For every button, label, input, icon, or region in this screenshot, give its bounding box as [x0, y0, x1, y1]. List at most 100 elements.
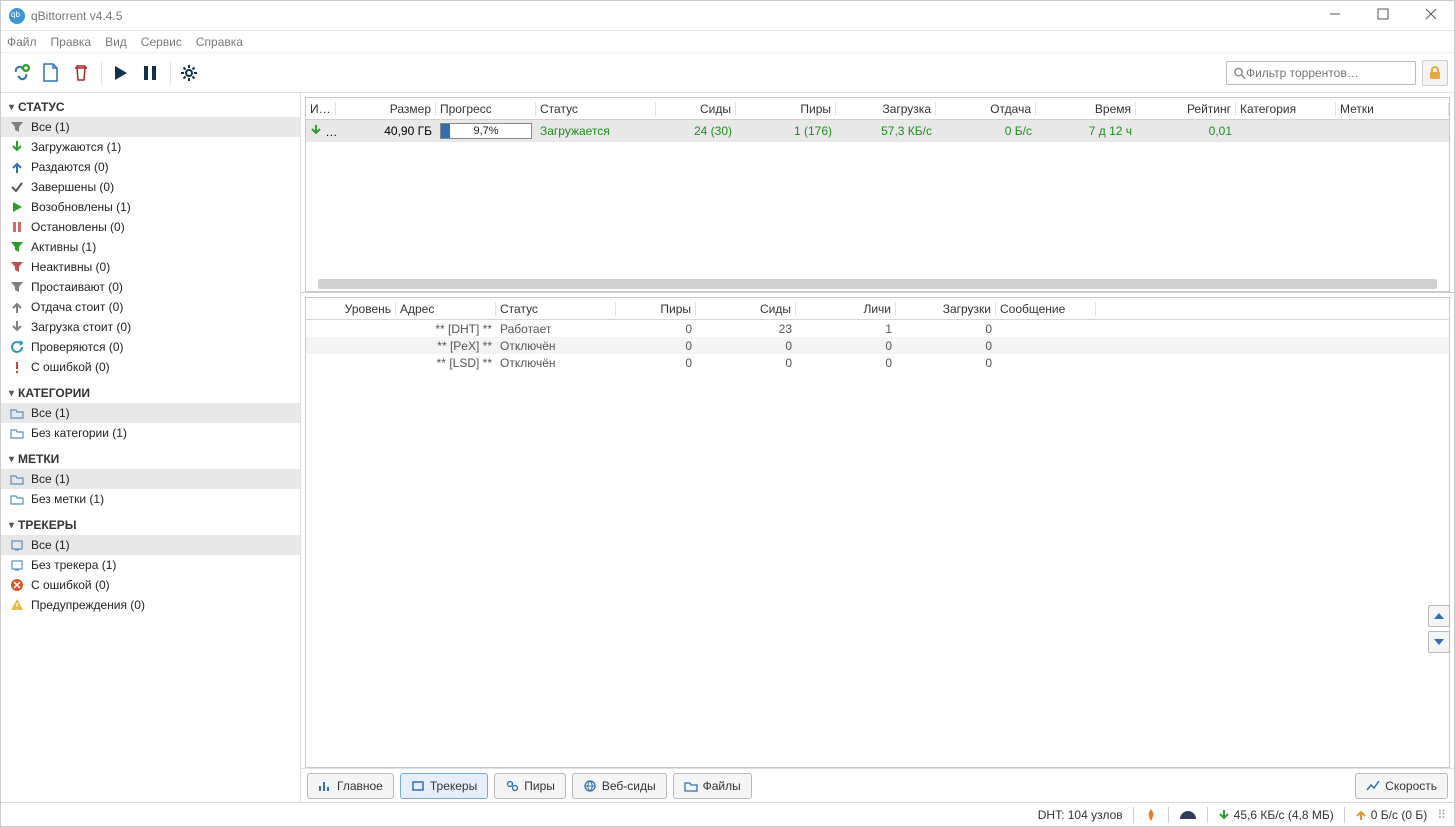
resize-grip[interactable]: ⠿ — [1437, 808, 1446, 822]
add-link-button[interactable] — [7, 59, 35, 87]
sidebar-tag-none[interactable]: Без метки (1) — [1, 489, 300, 509]
tab-webseeds[interactable]: Веб-сиды — [572, 773, 667, 799]
sidebar-status-stalled[interactable]: Простаивают (0) — [1, 277, 300, 297]
sidebar-status-seeding[interactable]: Раздаются (0) — [1, 157, 300, 177]
tracker-table-header[interactable]: Уровень Адрес Статус Пиры Сиды Личи Загр… — [306, 298, 1449, 320]
sidebar-tags-section: ▾МЕТКИ Все (1) Без метки (1) — [1, 449, 300, 509]
tab-general[interactable]: Главное — [307, 773, 394, 799]
tracker-panel: Уровень Адрес Статус Пиры Сиды Личи Загр… — [301, 297, 1454, 768]
app-title: qBittorrent v4.4.5 — [31, 9, 122, 23]
upload-icon — [1355, 809, 1367, 821]
toolbar-separator — [101, 62, 102, 84]
toolbar — [1, 53, 1454, 93]
play-icon — [9, 199, 25, 215]
filter-input[interactable] — [1246, 66, 1409, 80]
sidebar-status-inactive[interactable]: Неактивны (0) — [1, 257, 300, 277]
sidebar-trackers-section: ▾ТРЕКЕРЫ Все (1) Без трекера (1) С ошибк… — [1, 515, 300, 615]
delete-button[interactable] — [67, 59, 95, 87]
torrent-row[interactable]: … 40,90 ГБ 9,7% Загружается 24 (30) 1 (1… — [306, 120, 1449, 142]
tracker-icon — [9, 557, 25, 573]
filter-active-icon — [9, 239, 25, 255]
torrent-list-area: И… Размер Прогресс Статус Сиды Пиры Загр… — [301, 93, 1454, 293]
folder-icon — [9, 491, 25, 507]
sidebar-status-header[interactable]: ▾СТАТУС — [1, 97, 300, 117]
tracker-row[interactable]: ** [LSD] ** Отключён 0 0 0 0 — [306, 354, 1449, 371]
graph-icon — [1366, 779, 1380, 793]
filter-search[interactable] — [1226, 61, 1416, 85]
tab-trackers[interactable]: Трекеры — [400, 773, 488, 799]
filter-icon — [9, 119, 25, 135]
sidebar-status-all[interactable]: Все (1) — [1, 117, 300, 137]
sidebar-status-checking[interactable]: Проверяются (0) — [1, 337, 300, 357]
upload-icon — [9, 159, 25, 175]
start-button[interactable] — [106, 59, 134, 87]
settings-button[interactable] — [175, 59, 203, 87]
torrent-status-icon: … — [306, 124, 336, 139]
status-dht[interactable]: DHT: 104 узлов — [1038, 808, 1123, 822]
sidebar-status-resumed[interactable]: Возобновлены (1) — [1, 197, 300, 217]
status-firewall-icon[interactable] — [1144, 808, 1158, 822]
tracker-icon — [411, 779, 425, 793]
tracker-row[interactable]: ** [DHT] ** Работает 0 23 1 0 — [306, 320, 1449, 337]
chevron-down-icon: ▾ — [9, 102, 14, 113]
minimize-button[interactable] — [1320, 8, 1350, 23]
sidebar-status-stalled-down[interactable]: Загрузка стоит (0) — [1, 317, 300, 337]
folder-icon — [684, 779, 698, 793]
content-area: И… Размер Прогресс Статус Сиды Пиры Загр… — [301, 93, 1454, 802]
menu-edit[interactable]: Правка — [51, 35, 92, 49]
sidebar-trackers-header[interactable]: ▾ТРЕКЕРЫ — [1, 515, 300, 535]
sidebar-category-all[interactable]: Все (1) — [1, 403, 300, 423]
tab-files[interactable]: Файлы — [673, 773, 752, 799]
sidebar-category-none[interactable]: Без категории (1) — [1, 423, 300, 443]
sidebar-status-section: ▾СТАТУС Все (1) Загружаются (1) Раздаютс… — [1, 97, 300, 377]
tab-speed[interactable]: Скорость — [1355, 773, 1448, 799]
sidebar-categories-section: ▾КАТЕГОРИИ Все (1) Без категории (1) — [1, 383, 300, 443]
maximize-button[interactable] — [1368, 8, 1398, 23]
menu-file[interactable]: Файл — [7, 35, 37, 49]
titlebar: qBittorrent v4.4.5 — [1, 1, 1454, 31]
sidebar-tags-header[interactable]: ▾МЕТКИ — [1, 449, 300, 469]
filter-inactive-icon — [9, 259, 25, 275]
sidebar-tracker-all[interactable]: Все (1) — [1, 535, 300, 555]
torrent-table-header[interactable]: И… Размер Прогресс Статус Сиды Пиры Загр… — [306, 98, 1449, 120]
chart-icon — [318, 779, 332, 793]
folder-icon — [9, 405, 25, 421]
sidebar-status-paused[interactable]: Остановлены (0) — [1, 217, 300, 237]
toolbar-separator — [170, 62, 171, 84]
tab-peers[interactable]: Пиры — [494, 773, 566, 799]
details-tabs: Главное Трекеры Пиры Веб-сиды Файлы Скор… — [301, 768, 1454, 802]
add-file-button[interactable] — [37, 59, 65, 87]
move-down-button[interactable] — [1428, 631, 1450, 653]
globe-icon — [583, 779, 597, 793]
status-altspeed-icon[interactable] — [1179, 809, 1197, 821]
menu-view[interactable]: Вид — [105, 35, 127, 49]
sidebar-status-stalled-up[interactable]: Отдача стоит (0) — [1, 297, 300, 317]
sidebar-status-downloading[interactable]: Загружаются (1) — [1, 137, 300, 157]
move-up-button[interactable] — [1428, 605, 1450, 627]
lock-button[interactable] — [1422, 60, 1448, 86]
sidebar-status-completed[interactable]: Завершены (0) — [1, 177, 300, 197]
folder-icon — [9, 425, 25, 441]
status-upload[interactable]: 0 Б/с (0 Б) — [1355, 808, 1427, 822]
sidebar-tracker-error[interactable]: С ошибкой (0) — [1, 575, 300, 595]
pause-button[interactable] — [136, 59, 164, 87]
tracker-row[interactable]: ** [PeX] ** Отключён 0 0 0 0 — [306, 337, 1449, 354]
menu-tools[interactable]: Сервис — [141, 35, 182, 49]
chevron-down-icon: ▾ — [9, 520, 14, 531]
warning-icon — [9, 597, 25, 613]
window-controls — [1320, 8, 1446, 23]
sidebar-status-active[interactable]: Активны (1) — [1, 237, 300, 257]
menu-help[interactable]: Справка — [196, 35, 243, 49]
sidebar-tracker-warn[interactable]: Предупреждения (0) — [1, 595, 300, 615]
sidebar-tag-all[interactable]: Все (1) — [1, 469, 300, 489]
sidebar-tracker-none[interactable]: Без трекера (1) — [1, 555, 300, 575]
status-download[interactable]: 45,6 КБ/с (4,8 МБ) — [1218, 808, 1334, 822]
folder-icon — [9, 471, 25, 487]
check-icon — [9, 179, 25, 195]
sidebar-status-errored[interactable]: С ошибкой (0) — [1, 357, 300, 377]
tracker-table: Уровень Адрес Статус Пиры Сиды Личи Загр… — [305, 297, 1450, 768]
horizontal-scrollbar[interactable] — [306, 277, 1449, 291]
statusbar: DHT: 104 узлов 45,6 КБ/с (4,8 МБ) 0 Б/с … — [1, 802, 1454, 826]
close-button[interactable] — [1416, 8, 1446, 23]
sidebar-categories-header[interactable]: ▾КАТЕГОРИИ — [1, 383, 300, 403]
